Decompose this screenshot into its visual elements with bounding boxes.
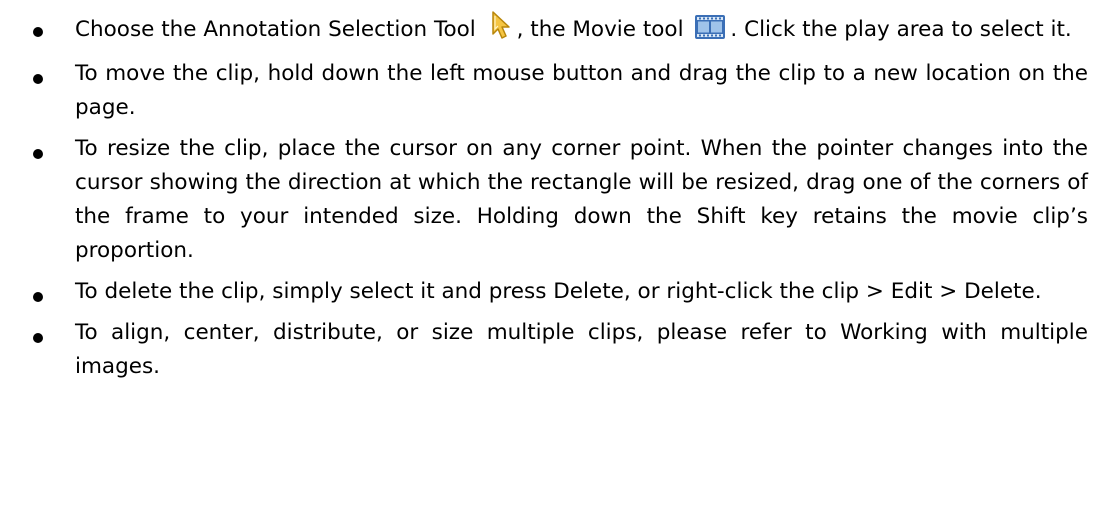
document-page: Choose the Annotation Selection Tool , t… <box>0 0 1120 528</box>
bullet-icon <box>33 27 43 37</box>
list-item: To delete the clip, simply select it and… <box>0 275 1120 309</box>
instruction-list: Choose the Annotation Selection Tool , t… <box>0 10 1120 391</box>
list-item: To align, center, distribute, or size mu… <box>0 316 1120 384</box>
list-item-text-part: Choose the Annotation Selection Tool <box>75 17 476 42</box>
list-item-text: To delete the clip, simply select it and… <box>75 279 1042 304</box>
list-item-text-part: , the Movie tool <box>516 17 684 42</box>
movie-tool-icon <box>694 14 726 40</box>
bullet-icon <box>33 74 43 84</box>
list-item-text: To move the clip, hold down the left mou… <box>75 61 1088 120</box>
list-item: To move the clip, hold down the left mou… <box>0 57 1120 125</box>
list-item: To resize the clip, place the cursor on … <box>0 132 1120 268</box>
list-item-text: To align, center, distribute, or size mu… <box>75 320 1088 379</box>
bullet-icon <box>33 333 43 343</box>
list-item: Choose the Annotation Selection Tool , t… <box>0 10 1120 50</box>
bullet-icon <box>33 149 43 159</box>
list-item-text: To resize the clip, place the cursor on … <box>75 136 1088 263</box>
annotation-selection-tool-icon <box>487 10 513 40</box>
list-item-text-part: . Click the play area to select it. <box>730 17 1072 42</box>
bullet-icon <box>33 292 43 302</box>
